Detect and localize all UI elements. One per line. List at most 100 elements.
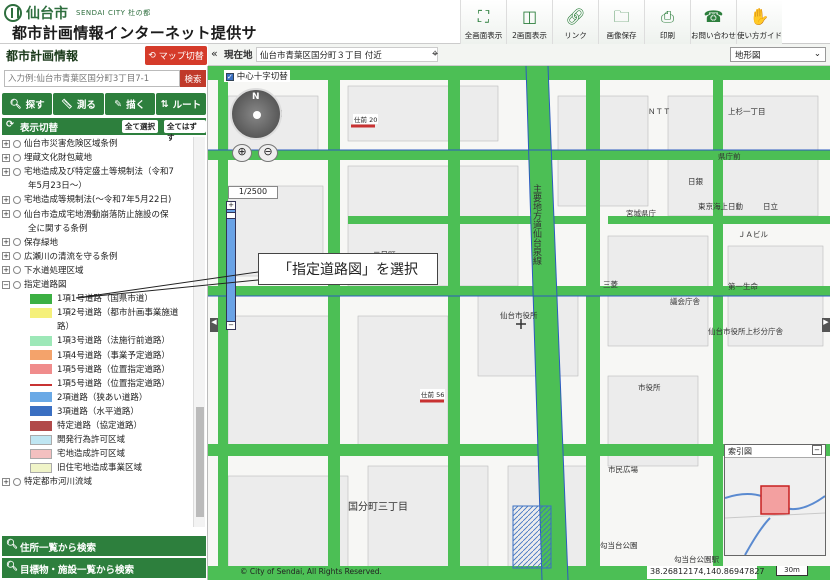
map-label: ＪＡビル [738,230,768,239]
toolbar-button-fullscreen[interactable]: ⛶ 全画面表示 [460,0,506,44]
facility-list-search[interactable]: 🔍︎ 目標物・施設一覧から検索 [2,558,206,578]
address-list-search[interactable]: 🔍︎ 住所一覧から検索 [2,536,206,556]
collapse-sidebar-icon[interactable]: « [211,47,218,60]
collapse-icon[interactable]: − [2,280,10,289]
index-map[interactable]: 索引図 − [724,444,826,556]
zoom-out-icon[interactable]: ⊖ [258,144,278,162]
draw-tool-button[interactable]: ✎ 描く [104,93,155,115]
expand-icon[interactable]: + [2,477,10,486]
map-label: 市役所 [638,383,661,392]
toolbar-button-guide[interactable]: ✋ 使い方ガイド [736,0,782,44]
zoom-slider[interactable]: + − [226,201,236,330]
layer-tree-item[interactable]: + 仙台市造成宅地滑動崩落防止施設の保 [2,208,192,220]
layer-radio[interactable] [13,195,21,204]
toolbar-button-save-image[interactable]: 🗀 画像保存 [598,0,644,44]
checkbox-icon[interactable]: ✓ [226,72,234,81]
search-button[interactable]: 検索 [180,70,206,87]
toolbar-button-split-screen[interactable]: ◫ 2画面表示 [506,0,552,44]
legend-swatch [30,406,52,417]
header: 仙台市 SENDAI CITY 杜の都 都市計画情報インターネット提供サービス … [0,0,830,63]
index-map-header: 索引図 − [725,445,825,458]
layer-tree-item[interactable]: + 下水道処理区域 [2,264,192,276]
map-label: 市民広場 [608,465,638,474]
map-type-select[interactable]: 地形図 ⌄ [730,47,826,62]
search-icon: 🔍︎ [6,539,19,550]
map-label: 勾当台公園 [600,541,638,550]
layer-radio[interactable] [13,266,21,275]
legend-item: 1項5号道路（位置指定道路） [2,363,192,375]
legend-swatch [30,420,52,431]
toolbar-button-link[interactable]: 🔗︎ リンク [552,0,598,44]
map-switch-label: マップ切替 [158,52,204,62]
layer-tree-item[interactable]: + 広瀬川の清流を守る条例 [2,250,192,262]
city-logo[interactable]: 仙台市 SENDAI CITY 杜の都 都市計画情報インターネット提供サービス [4,3,264,63]
ruler-icon: 📏︎ [60,98,73,110]
layer-tree-item[interactable]: + 宅地造成及び特定盛土等規制法（令和7 [2,165,192,177]
layer-radio[interactable] [13,238,21,247]
expand-icon[interactable]: + [2,153,10,162]
tool-bar: 🔍︎ 探す 📏︎ 測る ✎ 描く ⇅ ルート [2,93,206,115]
legend-label: 宅地造成許可区域 [57,449,126,460]
select-all-button[interactable]: 全て選択 [122,120,158,133]
legend-label: 特定道路（協定道路） [57,421,143,431]
locate-icon[interactable]: ⌖ [432,47,438,61]
expand-icon[interactable]: + [2,252,10,261]
layer-tree-item[interactable]: + 特定都市河川流域 [2,475,192,487]
layer-radio[interactable] [13,477,21,486]
legend-item: 旧住宅地造成事業区域 [2,461,192,473]
route-tool-button[interactable]: ⇅ ルート [155,93,206,115]
layer-tree-item[interactable]: + 埋蔵文化財包蔵地 [2,151,192,163]
legend-item: 路） [2,320,192,332]
layer-tree-item[interactable]: + 仙台市災害危険区域条例 [2,137,192,149]
layer-radio[interactable] [13,210,21,218]
legend-label: 1項5号道路（位置指定道路） [57,378,170,389]
expand-icon[interactable]: + [2,167,10,176]
layer-tree-item[interactable]: + 保存緑地 [2,236,192,248]
layer-radio[interactable] [13,153,21,162]
clear-all-button[interactable]: 全てはずす [164,120,206,142]
expand-icon[interactable]: + [2,210,10,218]
refresh-icon: ⟲ [148,50,156,61]
minimize-icon[interactable]: − [812,445,822,455]
side-collapse-icon[interactable]: ◀ [210,318,218,332]
pan-control[interactable]: N [230,88,282,140]
measure-tool-button[interactable]: 📏︎ 測る [53,93,104,115]
toolbar-button-label: 印刷 [660,31,675,40]
layer-tree-item: 全に関する条例 [2,222,192,234]
scrollbar-thumb[interactable] [196,407,204,517]
find-tool-button[interactable]: 🔍︎ 探す [2,93,53,115]
toolbar-button-contact[interactable]: ☎ お問い合わせ [690,0,736,44]
layer-radio[interactable] [13,167,21,176]
map-label: 上杉一丁目 [728,107,766,116]
right-collapse-icon[interactable]: ▶ [822,318,830,332]
address-search-input[interactable] [4,70,180,87]
layer-tree-item[interactable]: + 宅地造成等規制法(〜令和7年5月22日) [2,193,192,205]
zoom-in-icon[interactable]: ⊕ [232,144,252,162]
map-switch-button[interactable]: ⟲ マップ切替 [145,46,207,65]
toolbar: ⛶ 全画面表示 ◫ 2画面表示 🔗︎ リンク 🗀 画像保存 ⎙ 印刷 ☎ お問い合わせ ✋ 使い方ガイド [460,0,782,44]
toolbar-button-print[interactable]: ⎙ 印刷 [644,0,690,44]
route-icon: ⇅ [160,98,169,110]
zoom-slider-plus-icon[interactable]: + [226,201,236,210]
expand-icon[interactable]: + [2,139,10,148]
instruction-callout: 「指定道路図」を選択 [258,253,438,285]
zoom-slider-handle[interactable] [226,212,236,219]
layer-tree-scrollbar[interactable] [193,137,205,527]
road-number-label: 仕前 56 [420,389,446,399]
layer-radio[interactable] [13,280,21,289]
expand-icon[interactable]: + [2,195,10,204]
layer-tree-label: 仙台市造成宅地滑動崩落防止施設の保 [24,209,169,220]
zoom-slider-minus-icon[interactable]: − [226,321,236,330]
layer-tree-label: 年5月23日〜） [28,181,87,192]
crosshair-toggle[interactable]: ✓ 中心十字切替 [224,70,290,82]
legend-label: 1項3号道路（法施行前道路） [57,336,170,347]
layer-radio[interactable] [13,139,21,148]
toolbar-button-label: お問い合わせ [691,31,736,40]
expand-icon[interactable]: + [2,266,10,275]
legend-item: 1項1号道路（国県市道） [2,292,192,304]
layer-tree-item[interactable]: − 指定道路図 [2,278,192,290]
legend-swatch [30,434,52,445]
sidebar-title-bar: 都市計画情報 ⟲ マップ切替 [0,44,208,66]
layer-radio[interactable] [13,252,21,261]
expand-icon[interactable]: + [2,238,10,247]
